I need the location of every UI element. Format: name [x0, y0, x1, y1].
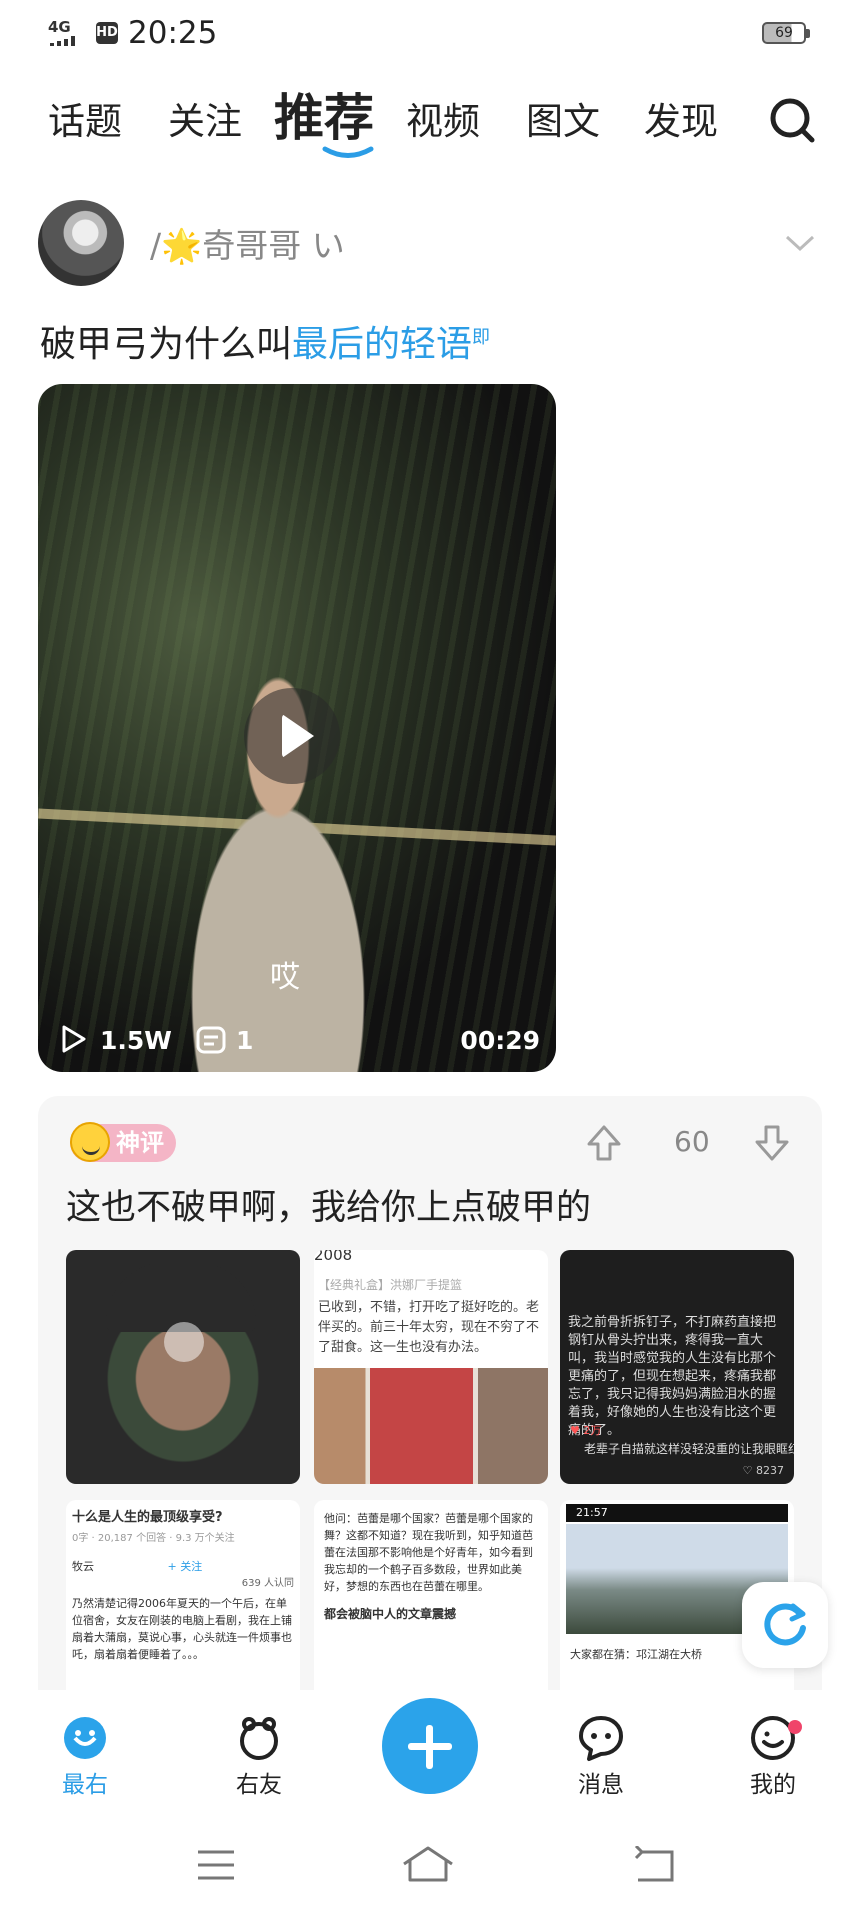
- smile-face-icon: [70, 1122, 110, 1162]
- god-comment-badge: 神评: [70, 1122, 176, 1162]
- thumb-user: 牧云: [72, 1560, 94, 1573]
- comment-count: 1: [236, 1026, 254, 1055]
- post-title-text: 破甲弓为什么叫: [40, 324, 293, 365]
- message-icon: [579, 1716, 623, 1761]
- author-avatar[interactable]: [38, 200, 124, 286]
- comment-image-4[interactable]: 十么是人生的最顶级享受? 0字 · 20,187 个回答 · 9.3 万个关注 …: [66, 1500, 300, 1690]
- notification-dot: [788, 1720, 802, 1734]
- thumb-body: 我之前骨折拆钉子，不打麻药直接把钢钉从骨头拧出来，疼得我一直大叫，我当时感觉我的…: [568, 1315, 777, 1438]
- nav-messages-label: 消息: [578, 1772, 624, 1798]
- search-icon[interactable]: [768, 96, 816, 144]
- nav-messages[interactable]: 消息: [546, 1714, 656, 1800]
- tab-topics[interactable]: 话题: [48, 92, 122, 152]
- thumb-time: 21:57: [566, 1504, 788, 1522]
- thumb-caption: 都会被脑中人的文章震撼: [324, 1607, 457, 1621]
- nav-profile-label: 我的: [750, 1772, 796, 1798]
- refresh-button[interactable]: [742, 1582, 828, 1668]
- refresh-icon: [764, 1603, 806, 1646]
- nav-friends[interactable]: 右友: [204, 1714, 314, 1800]
- comment-image-1[interactable]: [66, 1250, 300, 1484]
- top-comment-card[interactable]: 神评 60 这也不破甲啊，我给你上点破甲的 2008 【经典礼盒】洪娜厂手提篮 …: [38, 1096, 822, 1690]
- downvote-icon[interactable]: [754, 1124, 790, 1162]
- post-title[interactable]: 破甲弓为什么叫最后的轻语即: [40, 312, 490, 371]
- thumb-count-value: 8237: [756, 1464, 784, 1477]
- tab-video[interactable]: 视频: [406, 92, 480, 152]
- comment-icon: [196, 1026, 226, 1054]
- tab-recommend[interactable]: 推荐: [274, 84, 374, 152]
- video-duration: 00:29: [460, 1026, 540, 1055]
- chevron-down-icon[interactable]: [784, 232, 816, 254]
- tab-discover[interactable]: 发现: [644, 92, 718, 152]
- home-icon: [64, 1717, 106, 1759]
- active-tab-underline: [322, 146, 374, 158]
- vote-count: 60: [674, 1125, 710, 1158]
- play-count-icon: [62, 1025, 86, 1053]
- thumb-body: 乃然清楚记得2006年夏天的一个午后，在单位宿舍，女友在刚装的电脑上看剧，我在上…: [72, 1597, 292, 1661]
- home-button-icon[interactable]: [400, 1844, 456, 1884]
- menu-icon[interactable]: [196, 1848, 236, 1882]
- play-icon: [164, 1322, 204, 1362]
- create-post-button[interactable]: [382, 1698, 478, 1794]
- thumb-year: 2008: [314, 1250, 353, 1264]
- comment-image-2[interactable]: 2008 【经典礼盒】洪娜厂手提篮 已收到，不错，打开吃了挺好吃的。老伴买的。前…: [314, 1250, 548, 1484]
- friends-icon: [240, 1717, 278, 1760]
- tab-follow[interactable]: 关注: [168, 92, 242, 152]
- thumb-caption: 大家都在猜：邛江湖在大桥: [570, 1648, 702, 1661]
- author-name[interactable]: /🌟奇哥哥 い: [150, 224, 345, 268]
- product-photos: [314, 1368, 548, 1484]
- battery-indicator: 69: [762, 22, 810, 44]
- back-icon[interactable]: [632, 1846, 676, 1884]
- upvote-icon[interactable]: [586, 1124, 622, 1162]
- video-player[interactable]: 哎 1.5W 1 00:29: [38, 384, 556, 1072]
- status-bar: 4G HD 20:25 69: [0, 0, 860, 66]
- thumb-title: 十么是人生的最顶级享受?: [72, 1510, 223, 1525]
- title-tag-icon: 即: [472, 327, 491, 348]
- thumb-follow: + 关注: [167, 1560, 203, 1573]
- nav-profile[interactable]: 我的: [718, 1714, 828, 1800]
- thumb-body: 已收到，不错，打开吃了挺好吃的。老伴买的。前三十年太穷，现在不穷了不了甜食。这一…: [318, 1300, 540, 1355]
- play-icon[interactable]: [244, 688, 340, 784]
- tab-image-text[interactable]: 图文: [526, 92, 600, 152]
- thumb-body: 他问：芭蕾是哪个国家？芭蕾是哪个国家的舞？这都不知道？现在我听到，知乎知道芭蕾在…: [324, 1512, 533, 1593]
- video-subtitle: 哎: [270, 960, 300, 995]
- system-navigation-bar: [0, 1820, 860, 1920]
- thumb-count: ♡ 8237: [742, 1464, 784, 1477]
- nav-friends-label: 右友: [236, 1772, 282, 1798]
- thumb-stat: 639 人认同: [241, 1578, 294, 1589]
- badge-label: 神评: [116, 1129, 164, 1157]
- comment-image-5[interactable]: 他问：芭蕾是哪个国家？芭蕾是哪个国家的舞？这都不知道？现在我听到，知乎知道芭蕾在…: [314, 1500, 548, 1690]
- nav-home-label: 最右: [62, 1772, 108, 1798]
- thumb-likes-value: 2万: [583, 1424, 602, 1437]
- comment-image-3[interactable]: 我之前骨折拆钉子，不打麻药直接把钢钉从骨头拧出来，疼得我一直大叫，我当时感觉我的…: [560, 1250, 794, 1484]
- clock: 20:25: [128, 15, 218, 51]
- thumb-footer: 老辈子自描就这样没轻没重的让我眼眶红润: [584, 1442, 794, 1456]
- post-title-link[interactable]: 最后的轻语: [292, 324, 472, 365]
- comment-text: 这也不破甲啊，我给你上点破甲的: [66, 1188, 592, 1228]
- thumb-header: 【经典礼盒】洪娜厂手提篮: [318, 1278, 463, 1292]
- thumb-meta: 0字 · 20,187 个回答 · 9.3 万个关注: [72, 1533, 235, 1544]
- network-type: 4G: [48, 18, 71, 36]
- nav-home[interactable]: 最右: [30, 1714, 140, 1800]
- signal-icon: [50, 36, 75, 46]
- play-count: 1.5W: [100, 1026, 172, 1055]
- hd-badge: HD: [96, 22, 118, 44]
- thumb-likes: ♥ 2万: [570, 1424, 602, 1437]
